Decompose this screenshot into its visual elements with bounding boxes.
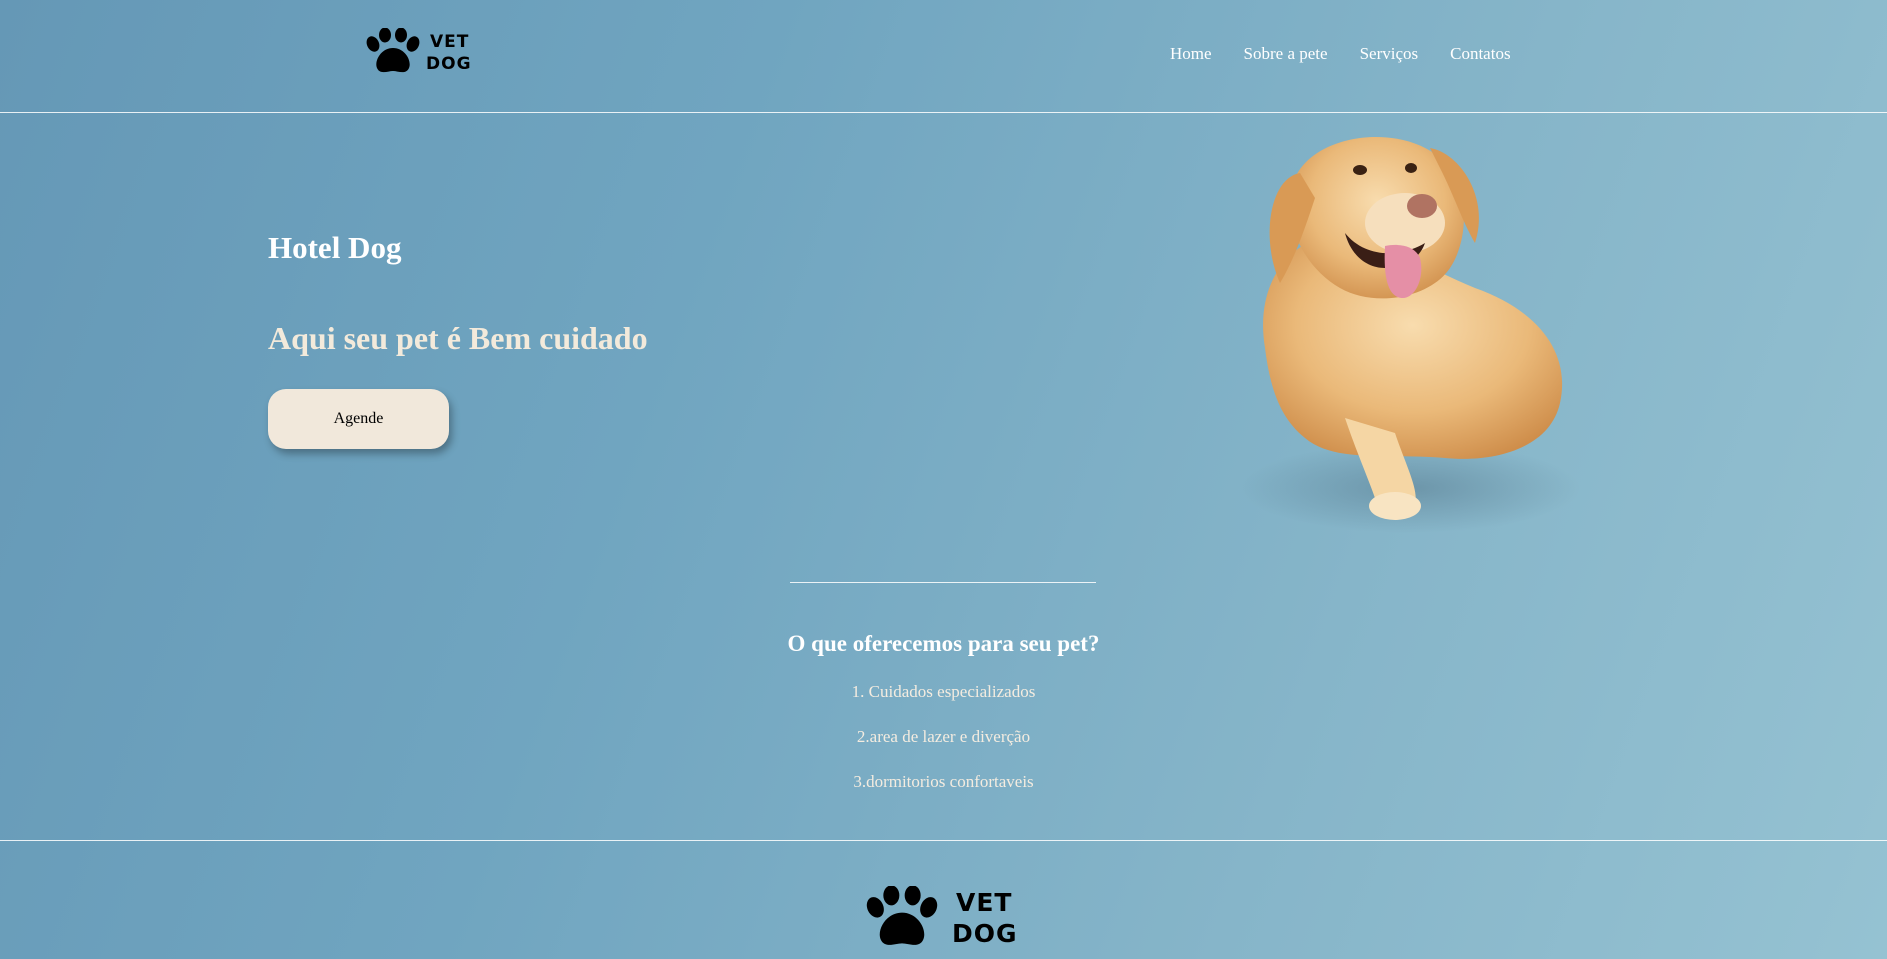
hero-title: Hotel Dog [268, 230, 402, 265]
site-header: VET DOG Home Sobre a pete Serviços Conta… [0, 0, 1887, 113]
agende-button[interactable]: Agende [268, 389, 449, 449]
service-item: 3.dormitorios confortaveis [853, 772, 1034, 791]
service-item: 1. Cuidados especializados [851, 682, 1036, 701]
logo-text-line1: VET [430, 31, 470, 52]
nav-link-servicos[interactable]: Serviços [1360, 44, 1419, 64]
logo-text-line2: DOG [426, 53, 472, 74]
nav-link-home[interactable]: Home [1170, 44, 1212, 64]
service-item: 2.area de lazer e diverção [856, 727, 1031, 746]
services-title: O que oferecemos para seu pet? [787, 631, 1100, 656]
footer-divider [0, 840, 1887, 841]
footer-logo-text-line2: DOG [952, 919, 1018, 948]
paw-icon [860, 886, 944, 950]
footer-logo[interactable]: VET DOG [860, 886, 1018, 950]
nav-link-sobre[interactable]: Sobre a pete [1244, 44, 1328, 64]
footer-logo-text-line1: VET [956, 888, 1013, 917]
section-divider [790, 582, 1096, 583]
header-logo[interactable]: VET DOG [364, 28, 472, 76]
paw-icon [364, 28, 422, 76]
main-nav: Home Sobre a pete Serviços Contatos [1170, 44, 1543, 64]
golden-retriever-image [1225, 118, 1585, 538]
nav-link-contatos[interactable]: Contatos [1450, 44, 1510, 64]
hero-subtitle: Aqui seu pet é Bem cuidado [268, 320, 648, 356]
